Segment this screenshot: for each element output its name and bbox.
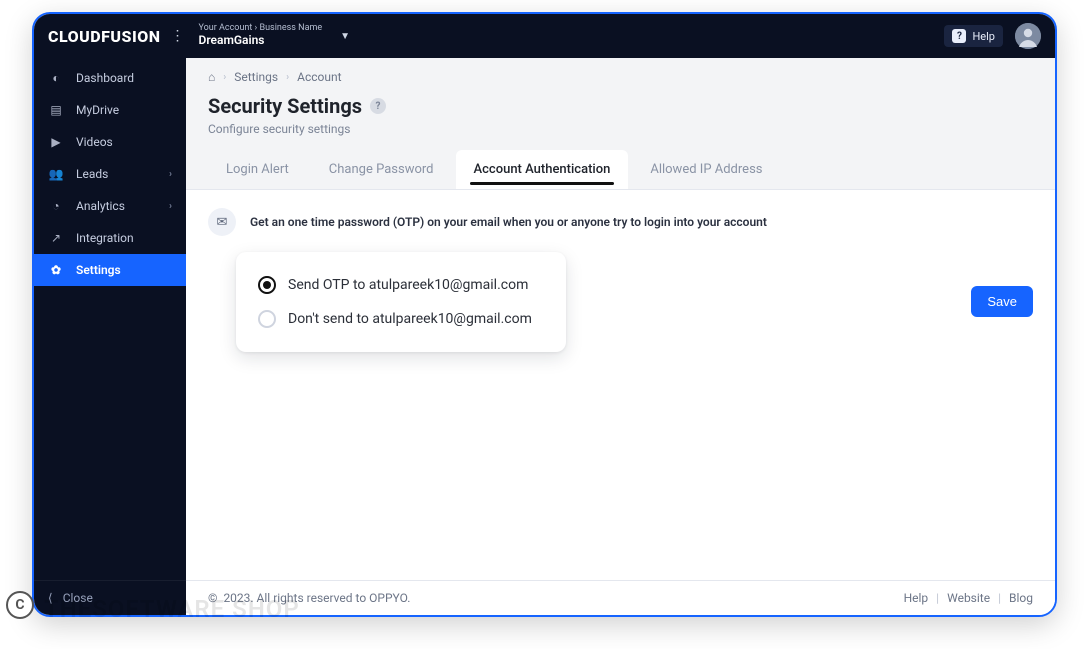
rocket-icon: ↗: [48, 231, 64, 245]
footer: © 2023. All rights reserved to OPPYO. He…: [186, 580, 1055, 615]
radio-icon: [258, 310, 276, 328]
chevron-right-icon: ›: [169, 169, 172, 180]
page-title-text: Security Settings: [208, 94, 362, 118]
drive-icon: ▤: [48, 103, 64, 117]
tab-bar: Login Alert Change Password Account Auth…: [186, 150, 1055, 190]
home-icon[interactable]: ⌂: [208, 70, 215, 84]
sidebar-item-dashboard[interactable]: ◐ Dashboard: [34, 62, 186, 94]
sidebar-item-mydrive[interactable]: ▤ MyDrive: [34, 94, 186, 126]
video-icon: ▶: [48, 135, 64, 149]
footer-link-blog[interactable]: Blog: [1009, 591, 1033, 605]
chevron-right-icon: ›: [169, 201, 172, 212]
close-icon: ⟨: [48, 591, 53, 605]
breadcrumb-item[interactable]: Account: [297, 70, 341, 84]
brand-logo: CLOUDFUSION: [48, 27, 161, 46]
radio-label: Send OTP to atulpareek10@gmail.com: [288, 277, 528, 293]
more-menu-icon[interactable]: ⋮: [171, 28, 185, 44]
radio-label: Don't send to atulpareek10@gmail.com: [288, 311, 532, 327]
breadcrumb-item[interactable]: Settings: [234, 70, 278, 84]
nav-list: ◐ Dashboard ▤ MyDrive ▶ Videos 👥 Leads ›: [34, 58, 186, 580]
sidebar-item-label: Integration: [76, 231, 134, 245]
sidebar-item-label: Videos: [76, 135, 113, 149]
analytics-icon: ◔: [48, 199, 64, 213]
breadcrumb: ⌂ › Settings › Account: [186, 58, 1055, 84]
tab-allowed-ip[interactable]: Allowed IP Address: [632, 150, 780, 189]
sidebar-close-label: Close: [63, 591, 93, 605]
sidebar-close[interactable]: ⟨ Close: [34, 580, 186, 615]
sidebar-item-label: Settings: [76, 263, 121, 277]
chevron-right-icon: ›: [286, 72, 289, 83]
account-switcher[interactable]: Your Account › Business Name DreamGains: [199, 24, 323, 47]
tab-change-password[interactable]: Change Password: [311, 150, 452, 189]
sidebar-item-videos[interactable]: ▶ Videos: [34, 126, 186, 158]
page-title: Security Settings ?: [208, 94, 1033, 118]
save-button[interactable]: Save: [971, 286, 1033, 317]
top-bar: CLOUDFUSION ⋮ Your Account › Business Na…: [34, 14, 1055, 58]
question-icon: ?: [952, 29, 966, 43]
sidebar-item-label: MyDrive: [76, 103, 119, 117]
chevron-right-icon: ›: [223, 72, 226, 83]
avatar[interactable]: [1015, 23, 1041, 49]
copyright-icon: ©: [208, 591, 217, 605]
tab-login-alert[interactable]: Login Alert: [208, 150, 307, 189]
footer-link-website[interactable]: Website: [947, 591, 990, 605]
sidebar-item-settings[interactable]: ✿ Settings: [34, 254, 186, 286]
sidebar-item-label: Analytics: [76, 199, 125, 213]
otp-dont-send-option[interactable]: Don't send to atulpareek10@gmail.com: [254, 302, 548, 336]
panel-description: Get an one time password (OTP) on your e…: [250, 215, 767, 229]
otp-send-option[interactable]: Send OTP to atulpareek10@gmail.com: [254, 268, 548, 302]
info-icon[interactable]: ?: [370, 98, 386, 114]
gear-icon: ✿: [48, 263, 64, 277]
sidebar-item-analytics[interactable]: ◔ Analytics ›: [34, 190, 186, 222]
footer-copyright: 2023. All rights reserved to OPPYO.: [223, 591, 410, 605]
tab-account-authentication[interactable]: Account Authentication: [456, 150, 629, 189]
footer-link-help[interactable]: Help: [904, 591, 929, 605]
mail-icon: ✉: [208, 208, 236, 236]
chevron-down-icon[interactable]: ▼: [340, 31, 350, 42]
account-name: DreamGains: [199, 34, 323, 47]
otp-options-card: Send OTP to atulpareek10@gmail.com Don't…: [236, 252, 566, 352]
sidebar-item-label: Leads: [76, 167, 108, 181]
sidebar-item-integration[interactable]: ↗ Integration: [34, 222, 186, 254]
tab-panel: ✉ Get an one time password (OTP) on your…: [186, 190, 1055, 580]
radio-icon: [258, 276, 276, 294]
app-window: CLOUDFUSION ⋮ Your Account › Business Na…: [32, 12, 1057, 617]
sidebar: ◐ Dashboard ▤ MyDrive ▶ Videos 👥 Leads ›: [34, 58, 186, 615]
sidebar-item-leads[interactable]: 👥 Leads ›: [34, 158, 186, 190]
copyright-watermark-icon: C: [6, 591, 34, 619]
page-subtitle: Configure security settings: [208, 122, 1033, 136]
help-button[interactable]: ? Help: [944, 25, 1003, 47]
main-content: ⌂ › Settings › Account Security Settings…: [186, 58, 1055, 615]
help-label: Help: [972, 30, 995, 43]
gauge-icon: ◐: [48, 71, 64, 85]
sidebar-item-label: Dashboard: [76, 71, 134, 85]
users-icon: 👥: [48, 167, 64, 181]
